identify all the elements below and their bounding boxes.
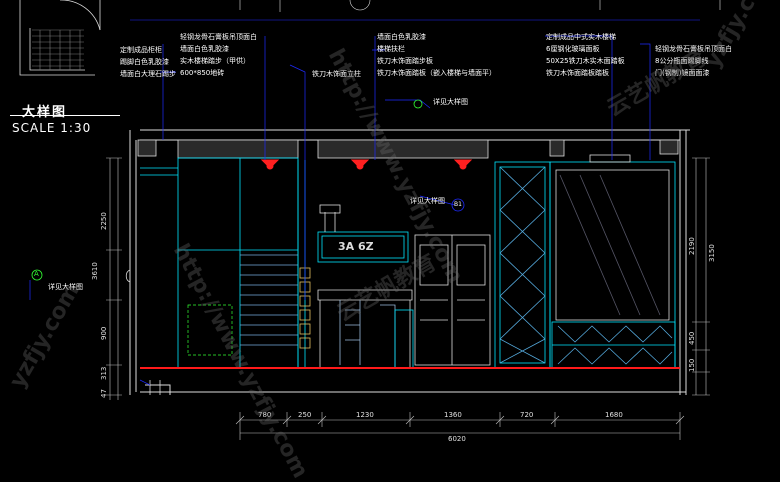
note: 墙面白色乳胶漆 — [180, 45, 229, 53]
dim-text: 3610 — [91, 262, 99, 280]
note: 6厘钢化玻璃面板 — [546, 45, 600, 53]
note: 铁刀木饰面踏板（嵌入楼梯与墙面平） — [377, 69, 496, 77]
dim-text: 250 — [298, 411, 312, 419]
dim-text: 47 — [100, 389, 108, 398]
drawing-title: 大样图 — [22, 105, 68, 120]
wine-rack — [494, 161, 551, 369]
display-cabinet — [549, 154, 676, 369]
note: 50X25铁刀木实木面踏板 — [546, 57, 625, 65]
note: 踢脚白色乳胶漆 — [120, 58, 169, 66]
dim-text: 3150 — [708, 244, 716, 262]
dim-text: 2250 — [100, 212, 108, 230]
note: 铁刀木饰面踏板踏板 — [546, 69, 609, 77]
note: 铁刀木饰面踏步板 — [377, 57, 433, 65]
dim-text: 450 — [688, 331, 696, 345]
dim-text: 1230 — [356, 411, 374, 419]
title-underline — [10, 115, 120, 116]
marker-b: B1 — [454, 201, 462, 208]
dim-text: 1360 — [444, 411, 462, 419]
dim-text: 900 — [100, 326, 108, 340]
dim-text: 720 — [520, 411, 534, 419]
dim-text: 2190 — [688, 237, 696, 255]
dim-text: 313 — [100, 366, 108, 380]
top-left-detail — [19, 0, 101, 76]
note: 轻钢龙骨石膏板吊顶面白 — [180, 33, 257, 41]
top-lines — [130, 0, 721, 21]
drawing-scale: SCALE 1:30 — [12, 121, 92, 135]
note: 楼梯扶栏 — [377, 45, 405, 53]
note: 墙面白色乳胶漆 — [377, 33, 426, 41]
dim-text: 150 — [688, 358, 696, 372]
center-panel — [317, 204, 409, 263]
note: 定制成品柜柜 — [120, 46, 162, 54]
marker-a: A — [34, 270, 39, 278]
panel-text: 3A 6Z — [338, 240, 374, 253]
note: 600*850地砖 — [180, 69, 225, 77]
left-stair-elevation — [125, 167, 178, 395]
note: 实木楼梯踏步（甲供） — [180, 57, 250, 65]
note: 定制成品中式实木楼梯 — [546, 33, 616, 41]
ceiling-lamps — [260, 159, 473, 170]
note: 墙面白大理石踢步 — [120, 70, 176, 78]
dim-text: 1680 — [605, 411, 623, 419]
dim-total: 6020 — [448, 435, 466, 443]
detail-label-mid: 详见大样图 — [433, 98, 468, 106]
